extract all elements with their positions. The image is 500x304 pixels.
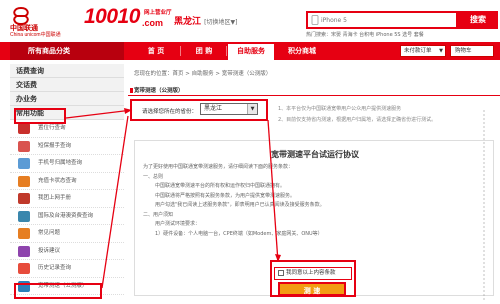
notes: 1、本平台仅为中国联通宽带用户公众用户提供测速服务 2、目前仅支持省内测速，根据… [278,104,436,126]
search-input[interactable] [321,14,453,26]
sidebar-common-item-label: 常见问题 [38,230,61,236]
sidebar-common-item[interactable]: 置位行查询 [10,120,124,138]
sidebar-item-bill-query[interactable]: 话费查询 [10,64,124,78]
sidebar-common-item-label: 置位行查询 [38,125,66,131]
sidebar-common-item[interactable]: 常见问题 [10,225,124,243]
sidebar-common-item[interactable]: 充值卡状态查询 [10,173,124,190]
sidebar-common-item[interactable]: 我团上网手册 [10,190,124,208]
speed-test-button[interactable]: 测 速 [278,282,346,296]
function-icon [18,123,30,134]
function-icon [18,263,30,274]
agreement-line: 中国联通宽带测速平台的所有权和运作权归中国联通拥有。 [155,183,286,189]
nav-item-points-mall[interactable]: 积分商城 [278,42,326,60]
chevron-down-icon: ▼ [439,48,443,54]
sidebar-common-item-label: 宽带测速（公测版） [38,282,88,289]
sidebar-common-item-label: 我团上网手册 [38,195,72,201]
sidebar: 话费查询 交话费 办业务 常用功能 置位行查询短保报手查询手机号归属地查询 充值卡… [10,64,124,304]
sidebar-common-item[interactable]: 宽带测速（公测版） [10,277,124,295]
function-icon [18,193,30,204]
function-icon [18,210,30,222]
agreement-line: 二、用户须知 [143,211,174,218]
sidebar-common-item-label: 充值卡状态查询 [38,177,77,184]
sidebar-common-item-label: 手机号归属地查询 [38,160,83,166]
section-marker-icon [130,88,133,93]
agreement-line: 1）硬件设备：个人电脑一台，CPE终端（如Modem、家庭网关、ONU等） [155,230,323,237]
sidebar-common-item[interactable]: 国际及台港澳资费查询 [10,208,124,225]
agreement-line: 用户勾选"我已阅读上述服务条款"，即表明用户已认真阅读及接受服务条款。 [155,202,325,208]
note-line: 2、目前仅支持省内测速，根据用户归属地，请选择正确省份进行测试。 [278,117,437,123]
agreement-title: 宽带测速平台试运行协议 [271,150,359,159]
hot-searches[interactable]: 热门搜索：宋晏 青海卡 台积电 iPhone 5S 选号 套餐 [306,31,424,38]
common-functions-heading: 常用功能 [10,106,124,120]
sidebar-common-item-label: 国际及台港澳资费查询 [38,212,94,219]
cart-button[interactable]: 购物车 [450,45,494,57]
province-select[interactable]: 黑龙江 ▼ [200,103,258,115]
region-display: 黑龙江 [切换地区▼] [174,14,237,27]
sidebar-common-item-label: 历史记录查询 [38,265,72,271]
nav-divider [226,46,227,56]
nav-divider [180,46,181,56]
function-icon [18,228,30,239]
chevron-down-icon: ▼ [247,104,257,114]
sidebar-common-item[interactable]: 手机号归属地查询 [10,155,124,173]
cart-label: 购物车 [455,48,472,54]
province-label: 请选择您所在的省份： [142,109,198,115]
agreement-line: 用户测试环境要求： [155,221,201,227]
agreement-line: 中国联通将严格按照有关服务条款，为用户提供宽带测速服务。 [155,192,296,199]
header: 中国联通 China unicom中国联通 10010 .com 网上营业厅 黑… [0,0,500,40]
unpaid-orders-label: 未付款订单 [404,48,432,54]
phone-icon [311,15,319,25]
all-categories-button[interactable]: 所有商品分类 [10,42,124,60]
brand-slogan: 网上营业厅 [144,10,172,16]
function-icon [18,280,30,292]
agreement-body: 为了更好使用中国联通宽带测速服务，请仔细阅读下面的服务条款： 一、总则中国联通宽带… [143,163,483,239]
china-unicom-logo[interactable]: 中国联通 China unicom中国联通 [8,6,76,38]
brand-suffix: .com [142,18,164,28]
function-icon [18,175,30,187]
unpaid-orders-dropdown[interactable]: 未付款订单 ▼ [400,45,446,57]
main-content: 您现在的位置：首页 > 自助服务 > 宽带测速（公测版） 宽带测速（公测版） 请… [128,64,500,304]
region-switch-link[interactable]: [切换地区▼] [204,19,237,26]
agree-checkbox-label: 我同意以上内容条款 [286,270,336,276]
sidebar-common-item-label: 短保报手查询 [38,142,72,149]
agreement-line: 一、总则 [143,173,164,180]
sidebar-common-item-label: 投诉建议 [38,247,61,254]
function-icon [18,140,30,152]
sidebar-common-item[interactable]: 历史记录查询 [10,260,124,278]
province-value: 黑龙江 [204,105,223,112]
region-name: 黑龙江 [174,17,202,27]
search-button[interactable]: 搜索 [458,11,498,29]
agree-checkbox-row[interactable]: 我同意以上内容条款 [274,267,352,280]
common-functions-list: 置位行查询短保报手查询手机号归属地查询 充值卡状态查询 我团上网手册国际及台港澳资费… [10,120,124,295]
agreement-line: 为了更好使用中国联通宽带测速服务，请仔细阅读下面的服务条款： [143,164,294,170]
section-title-text: 宽带测速（公测版） [134,88,184,94]
sidebar-common-item[interactable]: 投诉建议 [10,243,124,260]
breadcrumb: 您现在的位置：首页 > 自助服务 > 宽带测速（公测版） [134,71,272,77]
sidebar-common-item[interactable]: 短保报手查询 [10,138,124,155]
sidebar-item-business[interactable]: 办业务 [10,92,124,106]
function-icon [18,158,30,169]
nav-item-home[interactable]: 首 页 [136,42,176,60]
main-nav: 所有商品分类 首 页 团 购 自助服务 积分商城 未付款订单 ▼ 购物车 [0,42,500,60]
brand-en: China unicom中国联通 [10,32,61,38]
sidebar-item-pay-bill[interactable]: 交话费 [10,78,124,92]
logo-10010[interactable]: 10010 .com 网上营业厅 [84,6,172,34]
function-icon [18,245,30,257]
note-line: 1、本平台仅为中国联通宽带用户公众用户提供测速服务 [278,106,402,112]
section-title: 宽带测速（公测版） [128,86,500,96]
agree-checkbox[interactable] [278,269,284,276]
nav-item-groupbuy[interactable]: 团 购 [184,42,224,60]
search-box [306,11,458,29]
nav-item-self-service[interactable]: 自助服务 [228,42,274,60]
